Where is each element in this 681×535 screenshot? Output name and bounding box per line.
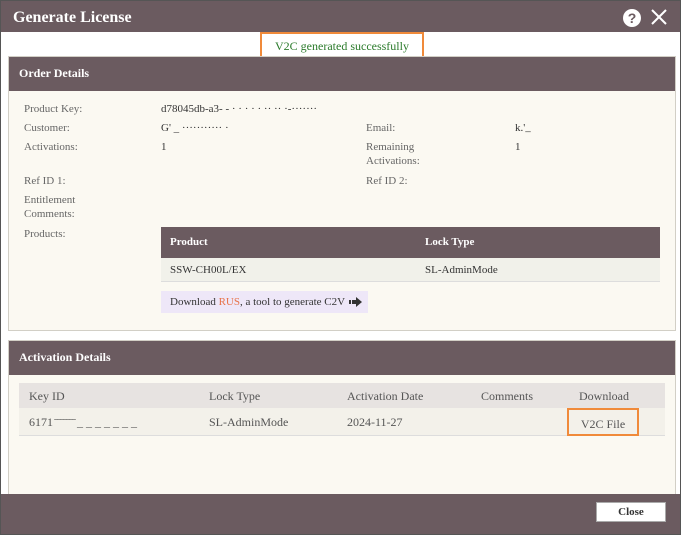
order-details-header: Order Details — [9, 57, 675, 91]
activation-details-panel: Activation Details Key ID Lock Type Acti… — [8, 340, 676, 495]
activation-details-header: Activation Details — [9, 341, 675, 375]
col-download: Download — [579, 389, 629, 403]
product-key-label: Product Key: — [24, 103, 83, 115]
remaining-activations-label: Remaining Activations: — [366, 141, 420, 167]
rus-link[interactable]: RUS — [219, 296, 240, 308]
activations-label: Activations: — [24, 141, 78, 153]
footer-bar: Close — [1, 494, 680, 528]
products-table-header: Product Lock Type — [161, 227, 660, 258]
product-name: SSW-CH00L/EX — [170, 264, 247, 276]
ref-id-1-label: Ref ID 1: — [24, 175, 66, 187]
activation-details-title: Activation Details — [19, 350, 111, 364]
table-row: 6171 ̄ ̄ ̄ ̄ ̄ ̄ ̄ _ _ _ _ _ _ _ SL-Admi… — [19, 408, 665, 436]
generate-license-dialog: Generate License ? V2C generated success… — [0, 0, 681, 535]
col-activation-date: Activation Date — [347, 389, 424, 403]
key-id-value: 6171 ̄ ̄ ̄ ̄ ̄ ̄ ̄ _ _ _ _ _ _ _ — [29, 415, 137, 429]
activations-value: 1 — [161, 141, 167, 153]
col-comments: Comments — [481, 389, 534, 403]
activation-table-header: Key ID Lock Type Activation Date Comment… — [19, 383, 665, 408]
success-message: V2C generated successfully — [275, 39, 409, 53]
v2c-file-link[interactable]: V2C File — [569, 417, 637, 432]
rus-download-box[interactable]: Download RUS, a tool to generate C2V — [161, 291, 368, 313]
rus-suffix: , a tool to generate C2V — [239, 296, 346, 308]
remaining-activations-value: 1 — [515, 141, 521, 153]
email-value: k.' ̲ — [515, 122, 528, 134]
close-icon[interactable] — [649, 7, 669, 27]
order-details-panel: Order Details Product Key: d78045db-a3- … — [8, 56, 676, 331]
col-key-id: Key ID — [29, 389, 65, 403]
rus-download-text: Download RUS, a tool to generate C2V — [170, 296, 363, 308]
col-lock-type: Lock Type — [209, 389, 261, 403]
arrow-right-icon — [349, 297, 363, 308]
customer-value: G' _ ··········· · — [161, 122, 229, 134]
product-lock-type: SL-AdminMode — [425, 264, 498, 276]
products-table: Product Lock Type SSW-CH00L/EX SL-AdminM… — [161, 227, 660, 282]
lock-type-value: SL-AdminMode — [209, 415, 289, 429]
col-product: Product — [170, 236, 208, 248]
col-lock-type: Lock Type — [425, 236, 475, 248]
activation-date-value: 2024-11-27 — [347, 415, 403, 429]
title-bar: Generate License ? — [1, 1, 680, 35]
entitlement-comments-label: Entitlement Comments: — [24, 194, 76, 220]
help-icon[interactable]: ? — [623, 9, 641, 27]
product-key-value: d78045db-a3- - · · · · · ·· ·· ·-······· — [161, 103, 318, 115]
dialog-title: Generate License — [13, 9, 132, 26]
order-details-title: Order Details — [19, 66, 90, 80]
table-row: SSW-CH00L/EX SL-AdminMode — [161, 258, 660, 282]
dialog-content: V2C generated successfully Order Details… — [1, 32, 680, 528]
email-label: Email: — [366, 122, 396, 134]
activation-table: Key ID Lock Type Activation Date Comment… — [19, 383, 665, 436]
customer-label: Customer: — [24, 122, 70, 134]
ref-id-2-label: Ref ID 2: — [366, 175, 408, 187]
v2c-file-highlight: V2C File — [567, 408, 639, 436]
products-label: Products: — [24, 228, 66, 240]
close-button[interactable]: Close — [596, 502, 666, 522]
rus-prefix: Download — [170, 296, 219, 308]
